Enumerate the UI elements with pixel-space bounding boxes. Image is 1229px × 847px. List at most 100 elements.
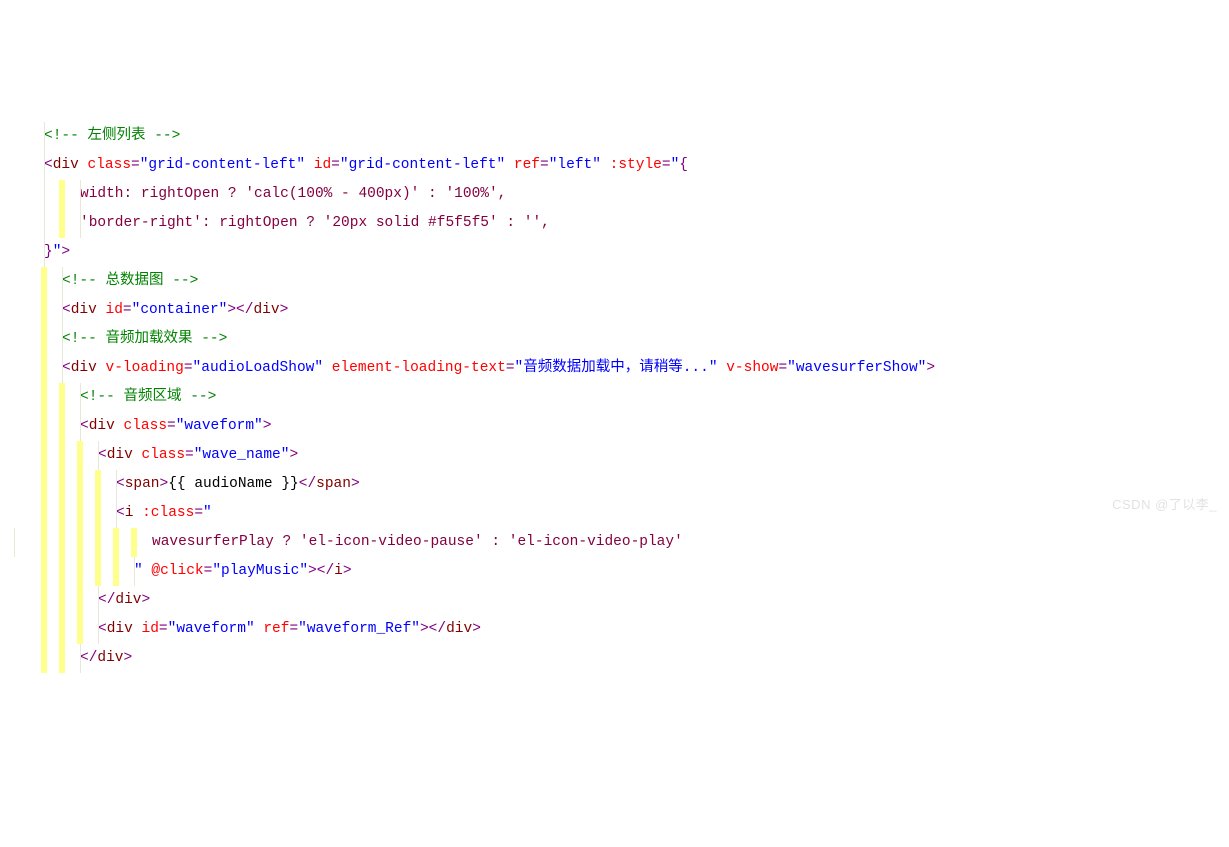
token: "container" (132, 302, 228, 318)
token: } (44, 244, 53, 260)
token: --> (201, 331, 227, 347)
token: = (778, 360, 787, 376)
token: > (343, 563, 352, 579)
code-line[interactable]: <span>{{ audioName }}</span> (14, 470, 1229, 499)
token: < (116, 476, 125, 492)
code-text: </div> (14, 650, 132, 666)
code-line[interactable]: <div class="waveform"> (14, 412, 1229, 441)
indent-guide (80, 383, 81, 412)
code-line[interactable]: <i :class=" (14, 499, 1229, 528)
indent-guide (77, 441, 83, 470)
token (255, 621, 264, 637)
indent-guide (59, 557, 65, 586)
token: "grid-content-left" (140, 157, 305, 173)
token: span (125, 476, 160, 492)
token: :class (142, 505, 194, 521)
indent-guide (59, 499, 65, 528)
token (323, 360, 332, 376)
code-line[interactable]: " @click="playMusic"></i> (14, 557, 1229, 586)
code-line[interactable]: <div class="grid-content-left" id="grid-… (14, 151, 1229, 180)
code-line[interactable]: <div class="wave_name"> (14, 441, 1229, 470)
token: " (671, 157, 680, 173)
token: div (253, 302, 279, 318)
code-line[interactable]: width: rightOpen ? 'calc(100% - 400px)' … (14, 180, 1229, 209)
token: < (44, 157, 53, 173)
code-line[interactable]: <!-- 音频加载效果 --> (14, 325, 1229, 354)
token: > (289, 447, 298, 463)
indent-guide (134, 557, 135, 586)
code-line[interactable]: </div> (14, 586, 1229, 615)
code-text: <div class="grid-content-left" id="grid-… (14, 157, 688, 173)
indent-guide (59, 470, 65, 499)
token: v-loading (106, 360, 184, 376)
token: v-show (726, 360, 778, 376)
token (718, 360, 727, 376)
indent-guide (77, 528, 83, 557)
code-line[interactable]: <div id="waveform" ref="waveform_Ref"></… (14, 615, 1229, 644)
indent-guide (59, 441, 65, 470)
token: " (134, 563, 143, 579)
code-text: <div id="container"></div> (14, 302, 288, 318)
code-line[interactable]: </div> (14, 644, 1229, 673)
token: @click (151, 563, 203, 579)
token: > (351, 476, 360, 492)
token: --> (172, 273, 198, 289)
token: div (71, 360, 106, 376)
indent-guide (44, 209, 45, 238)
token: span (316, 476, 351, 492)
indent-guide (14, 528, 15, 557)
indent-guide (77, 499, 83, 528)
token: = (194, 505, 203, 521)
token: > (160, 476, 169, 492)
token: "waveform" (176, 418, 263, 434)
indent-guide (131, 528, 137, 557)
indent-guide (62, 296, 63, 325)
token: </ (80, 650, 97, 666)
code-line[interactable]: <!-- 左侧列表 --> (14, 122, 1229, 151)
indent-guide (77, 557, 83, 586)
code-line[interactable]: <div id="container"></div> (14, 296, 1229, 325)
token: ref (263, 621, 289, 637)
token: {{ audioName }} (168, 476, 299, 492)
token: div (107, 447, 142, 463)
token: = (331, 157, 340, 173)
token: = (540, 157, 549, 173)
indent-guide (41, 325, 47, 354)
token: div (107, 621, 142, 637)
code-editor[interactable]: <!-- 左侧列表 --><div class="grid-content-le… (0, 116, 1229, 673)
code-text: <!-- 左侧列表 --> (14, 128, 180, 144)
indent-guide (59, 586, 65, 615)
code-line[interactable]: <div v-loading="audioLoadShow" element-l… (14, 354, 1229, 383)
token: = (185, 447, 194, 463)
token: { (679, 157, 688, 173)
code-line[interactable]: <!-- 音频区域 --> (14, 383, 1229, 412)
token: ></ (420, 621, 446, 637)
indent-guide (95, 470, 101, 499)
indent-guide (41, 499, 47, 528)
code-line[interactable]: <!-- 总数据图 --> (14, 267, 1229, 296)
token: " (203, 505, 212, 521)
indent-guide (59, 209, 65, 238)
indent-guide (59, 383, 65, 412)
token (505, 157, 514, 173)
indent-guide (41, 615, 47, 644)
indent-guide (98, 586, 99, 615)
code-text: 'border-right': rightOpen ? '20px solid … (14, 215, 550, 231)
token: id (314, 157, 331, 173)
token: "waveform_Ref" (298, 621, 420, 637)
token: 音频加载效果 (106, 331, 202, 347)
token: "left" (549, 157, 601, 173)
watermark: CSDN @了以李_ (1112, 490, 1217, 519)
indent-guide (59, 644, 65, 673)
code-line[interactable]: }"> (14, 238, 1229, 267)
indent-guide (62, 354, 63, 383)
token: 左侧列表 (88, 128, 155, 144)
token: <!-- (62, 273, 106, 289)
indent-guide (41, 441, 47, 470)
code-text: <div v-loading="audioLoadShow" element-l… (14, 360, 935, 376)
token: > (61, 244, 70, 260)
code-line[interactable]: wavesurferPlay ? 'el-icon-video-pause' :… (14, 528, 1229, 557)
indent-guide (80, 209, 81, 238)
code-line[interactable]: 'border-right': rightOpen ? '20px solid … (14, 209, 1229, 238)
indent-guide (77, 615, 83, 644)
